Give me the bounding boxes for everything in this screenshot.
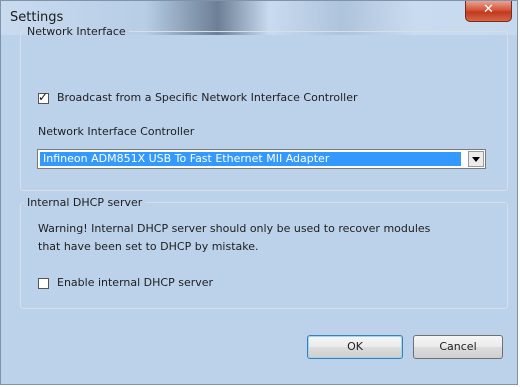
dhcp-server-legend: Internal DHCP server: [27, 196, 143, 209]
enable-dhcp-label: Enable internal DHCP server: [57, 276, 214, 289]
enable-dhcp-checkbox[interactable]: [38, 277, 49, 289]
controller-label: Network Interface Controller: [38, 125, 195, 138]
enable-dhcp-checkbox-row[interactable]: Enable internal DHCP server: [38, 276, 213, 289]
close-icon: ✕: [483, 2, 494, 17]
dhcp-warning-line2: that have been set to DHCP by mistake.: [38, 240, 259, 253]
broadcast-checkbox-label: Broadcast from a Specific Network Interf…: [57, 91, 358, 104]
network-interface-legend: Network Interface: [27, 25, 126, 38]
ok-button[interactable]: OK: [307, 335, 403, 359]
close-button[interactable]: ✕: [465, 1, 512, 22]
dhcp-warning-line1: Warning! Internal DHCP server should onl…: [38, 222, 431, 235]
dropdown-button[interactable]: [468, 151, 484, 167]
check-icon: ✓: [38, 89, 49, 104]
broadcast-checkbox-row[interactable]: ✓ Broadcast from a Specific Network Inter…: [38, 89, 358, 104]
network-controller-select[interactable]: Infineon ADM851X USB To Fast Ethernet MI…: [37, 149, 486, 169]
cancel-button[interactable]: Cancel: [413, 335, 503, 359]
chevron-down-icon: [472, 156, 480, 162]
window-title: Settings: [10, 10, 64, 25]
broadcast-checkbox[interactable]: ✓: [38, 89, 49, 104]
network-controller-selected-value: Infineon ADM851X USB To Fast Ethernet MI…: [40, 152, 461, 166]
